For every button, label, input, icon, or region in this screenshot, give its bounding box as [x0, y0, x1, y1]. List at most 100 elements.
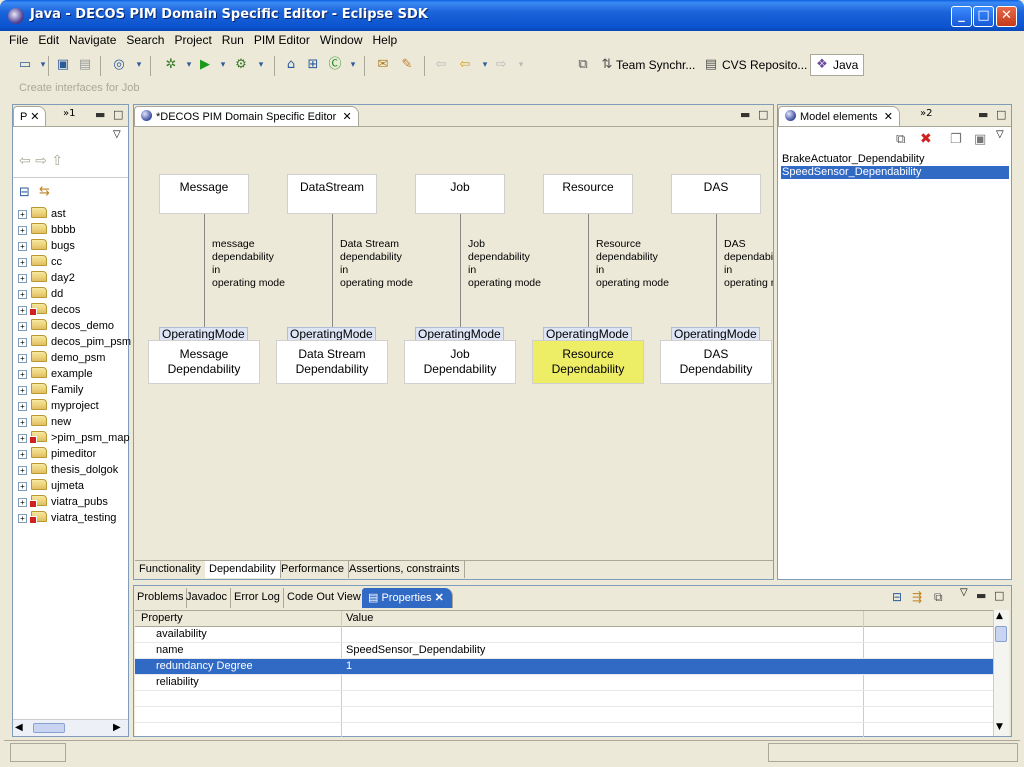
property-value[interactable]: 1	[346, 660, 352, 672]
tree-item[interactable]: + new	[18, 415, 71, 431]
editor-page-tab[interactable]: Performance	[277, 561, 349, 578]
tree-item[interactable]: + example	[18, 367, 93, 383]
menu-file[interactable]: File	[4, 31, 33, 49]
expand-icon[interactable]: +	[18, 338, 27, 347]
scroll-down-icon[interactable]: ▼	[996, 722, 1003, 732]
dropdown-icon[interactable]: ▾	[34, 56, 52, 74]
paste-icon[interactable]: ▣	[974, 132, 986, 147]
show-advanced-icon[interactable]: ⇶	[912, 590, 922, 604]
dropdown-icon[interactable]: ▾	[214, 56, 232, 74]
minimize-button[interactable]: _	[951, 6, 972, 27]
tab-overflow[interactable]: »1	[63, 108, 75, 119]
expand-icon[interactable]: +	[18, 322, 27, 331]
tree-item[interactable]: + ast	[18, 207, 66, 223]
entity-box[interactable]: Resource	[543, 174, 633, 214]
bottom-tab[interactable]: ▤ Properties ✕	[362, 588, 453, 608]
expand-icon[interactable]: +	[18, 418, 27, 427]
expand-icon[interactable]: +	[18, 242, 27, 251]
add-element-icon[interactable]: ⧉	[896, 132, 905, 147]
up-nav-icon[interactable]: ⇧	[51, 153, 63, 169]
view-menu-icon[interactable]: ▽	[113, 129, 121, 140]
operating-mode-label[interactable]: OperatingMode	[159, 327, 248, 341]
external-tools-icon[interactable]: ⚙	[232, 56, 250, 74]
new-icon[interactable]: ▭	[16, 56, 34, 74]
operating-mode-label[interactable]: OperatingMode	[415, 327, 504, 341]
close-icon[interactable]: ✕	[432, 592, 444, 604]
property-value[interactable]: SpeedSensor_Dependability	[346, 644, 485, 656]
editor-page-tab[interactable]: Assertions, constraints	[345, 561, 465, 578]
tree-item[interactable]: + pimeditor	[18, 447, 96, 463]
dependability-box[interactable]: Job Dependability	[404, 340, 516, 384]
expand-icon[interactable]: +	[18, 274, 27, 283]
copy-icon[interactable]: ❐	[950, 132, 962, 147]
new-project-icon[interactable]: ⌂	[282, 56, 300, 74]
expand-icon[interactable]: +	[18, 434, 27, 443]
scroll-thumb[interactable]	[33, 723, 65, 733]
tree-item[interactable]: + day2	[18, 271, 75, 287]
menu-pim-editor[interactable]: PIM Editor	[249, 31, 315, 49]
entity-box[interactable]: Job	[415, 174, 505, 214]
close-icon[interactable]: ✕	[884, 111, 893, 123]
table-row[interactable]: redundancy Degree 1	[135, 659, 996, 675]
expand-icon[interactable]: +	[18, 386, 27, 395]
editor-page-tab[interactable]: Dependability	[205, 561, 281, 578]
tree-item[interactable]: + bugs	[18, 239, 75, 255]
minimize-icon[interactable]: ▬	[976, 589, 986, 602]
scroll-right-icon[interactable]: ▶	[113, 722, 121, 733]
minimize-icon[interactable]: ▬	[978, 108, 988, 121]
expand-icon[interactable]: +	[18, 370, 27, 379]
tree-item[interactable]: + cc	[18, 255, 62, 271]
perspective-team-sync[interactable]: Team Synchr...	[616, 58, 695, 72]
expand-icon[interactable]: +	[18, 402, 27, 411]
tree-item[interactable]: + viatra_pubs	[18, 495, 108, 511]
forward-nav-icon[interactable]: ⇨	[35, 153, 47, 169]
expand-icon[interactable]: +	[18, 354, 27, 363]
expand-icon[interactable]: +	[18, 482, 27, 491]
back-icon[interactable]: ⇦	[456, 56, 474, 74]
dependability-box[interactable]: Data Stream Dependability	[276, 340, 388, 384]
tab-model-elements[interactable]: Model elements ✕	[778, 106, 900, 126]
tree-item[interactable]: + Family	[18, 383, 83, 399]
tree-item[interactable]: + viatra_testing	[18, 511, 116, 527]
dependability-box[interactable]: Message Dependability	[148, 340, 260, 384]
tree-item[interactable]: + bbbb	[18, 223, 75, 239]
maximize-icon[interactable]: □	[758, 108, 768, 121]
tree-item[interactable]: + dd	[18, 287, 63, 303]
dependability-box[interactable]: Resource Dependability	[532, 340, 644, 384]
forward-icon[interactable]: ⇨	[492, 56, 510, 74]
save-icon[interactable]: ▣	[54, 56, 72, 74]
entity-box[interactable]: Message	[159, 174, 249, 214]
dropdown-icon[interactable]: ▾	[130, 56, 148, 74]
operating-mode-label[interactable]: OperatingMode	[543, 327, 632, 341]
dependability-box[interactable]: DAS Dependability	[660, 340, 772, 384]
expand-icon[interactable]: +	[18, 306, 27, 315]
expand-icon[interactable]: +	[18, 466, 27, 475]
expand-icon[interactable]: +	[18, 258, 27, 267]
close-button[interactable]: ✕	[996, 6, 1017, 27]
maximize-button[interactable]: □	[973, 6, 994, 27]
column-header-property[interactable]: Property	[141, 612, 183, 624]
bottom-tab[interactable]: Problems	[134, 588, 188, 608]
entity-box[interactable]: DAS	[671, 174, 761, 214]
tree-item[interactable]: + decos_pim_psm	[18, 335, 131, 351]
dropdown-icon[interactable]: ▾	[512, 56, 530, 74]
maximize-icon[interactable]: □	[996, 108, 1006, 121]
scroll-up-icon[interactable]: ▲	[996, 611, 1003, 621]
operating-mode-label[interactable]: OperatingMode	[671, 327, 760, 341]
scroll-left-icon[interactable]: ◀	[15, 722, 23, 733]
dropdown-icon[interactable]: ▾	[252, 56, 270, 74]
model-element-item[interactable]: BrakeActuator_Dependability	[781, 153, 1009, 166]
perspective-cvs[interactable]: CVS Reposito...	[722, 58, 807, 72]
diagram-canvas[interactable]: Message message dependability in operatin…	[135, 128, 773, 560]
run-icon[interactable]: ▶	[196, 56, 214, 74]
show-categories-icon[interactable]: ⊟	[892, 590, 902, 604]
view-menu-icon[interactable]: ▽	[960, 587, 968, 598]
minimize-icon[interactable]: ▬	[95, 108, 105, 121]
menu-edit[interactable]: Edit	[33, 31, 64, 49]
bottom-tab[interactable]: Code Out View	[284, 588, 365, 608]
open-type-icon[interactable]: ✉	[374, 56, 392, 74]
dropdown-icon[interactable]: ▾	[344, 56, 362, 74]
tree-item[interactable]: + myproject	[18, 399, 99, 415]
collapse-all-icon[interactable]: ⊟	[19, 185, 30, 200]
menu-run[interactable]: Run	[217, 31, 249, 49]
